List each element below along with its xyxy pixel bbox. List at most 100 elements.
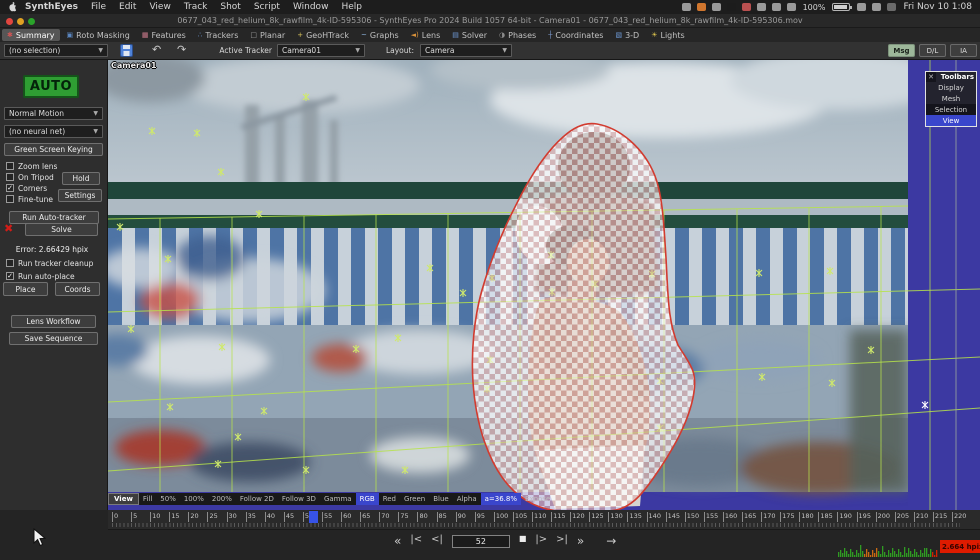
terminal-icon[interactable] bbox=[726, 3, 736, 11]
frame-number-field[interactable]: 52 bbox=[451, 534, 510, 548]
menu-window[interactable]: Window bbox=[293, 2, 329, 12]
auto-button[interactable]: AUTO bbox=[23, 75, 79, 98]
tab-trackers[interactable]: ∴ Trackers bbox=[193, 29, 244, 41]
viewbar-100[interactable]: 100% bbox=[180, 493, 208, 505]
menu-edit[interactable]: Edit bbox=[119, 2, 136, 12]
checkbox-unchecked[interactable] bbox=[6, 162, 14, 170]
viewbar-alpha[interactable]: Alpha bbox=[453, 493, 481, 505]
settings-button[interactable]: Settings bbox=[58, 189, 102, 202]
msg-button[interactable]: Msg bbox=[888, 44, 915, 57]
close-icon[interactable]: ✕ bbox=[926, 72, 936, 82]
timeline-ruler[interactable]: 0510152025303540455055606570758085909510… bbox=[108, 510, 980, 530]
neural-net-dropdown[interactable]: (no neural net) ▼ bbox=[4, 125, 103, 138]
checkbox-checked[interactable]: ✓ bbox=[6, 272, 14, 280]
tab-geohtrack[interactable]: + GeoHTrack bbox=[292, 29, 354, 41]
active-tracker-host-dropdown[interactable]: Camera01 ▼ bbox=[277, 44, 365, 57]
settings-icon[interactable] bbox=[741, 3, 751, 11]
viewport-scene[interactable] bbox=[108, 60, 980, 510]
viewbar-a-36-8[interactable]: a=36.8% bbox=[480, 493, 522, 505]
toolbars-item-view[interactable]: View bbox=[926, 115, 976, 126]
minimize-window-button[interactable] bbox=[17, 18, 24, 25]
play-button[interactable]: |> bbox=[535, 534, 547, 548]
motion-type-dropdown[interactable]: Normal Motion ▼ bbox=[4, 107, 103, 120]
place-button[interactable]: Place bbox=[3, 282, 48, 296]
ia-button[interactable]: IA bbox=[950, 44, 977, 57]
checkbox-on-tripod[interactable]: On Tripod bbox=[6, 172, 54, 182]
menu-syntheyes[interactable]: SynthEyes bbox=[25, 2, 78, 12]
checkbox-unchecked[interactable] bbox=[6, 173, 14, 181]
go-start-button[interactable]: « bbox=[394, 534, 401, 548]
lens-workflow-button[interactable]: Lens Workflow bbox=[11, 315, 96, 328]
menu-track[interactable]: Track bbox=[184, 2, 208, 12]
toolbars-item-display[interactable]: Display bbox=[926, 82, 976, 93]
viewbar-blue[interactable]: Blue bbox=[429, 493, 453, 505]
menu-help[interactable]: Help bbox=[341, 2, 362, 12]
tab-solver[interactable]: ▤ Solver bbox=[447, 29, 492, 41]
save-icon[interactable] bbox=[120, 44, 133, 57]
tab-phases[interactable]: ◑ Phases bbox=[494, 29, 541, 41]
go-end-button[interactable]: » bbox=[577, 534, 584, 548]
d-l-button[interactable]: D/L bbox=[919, 44, 946, 57]
update-icon[interactable] bbox=[857, 3, 867, 11]
viewbar-red[interactable]: Red bbox=[379, 493, 400, 505]
viewbar-50[interactable]: 50% bbox=[156, 493, 180, 505]
app-icon[interactable] bbox=[696, 3, 706, 11]
toolbars-item-mesh[interactable]: Mesh bbox=[926, 93, 976, 104]
camera-viewport[interactable]: Camera01 ✕ Toolbars Display Mesh Selection… bbox=[108, 60, 980, 510]
tab-summary[interactable]: ✱ Summary bbox=[2, 29, 60, 41]
current-frame-marker[interactable] bbox=[308, 511, 318, 523]
prev-keyframe-button[interactable]: |< bbox=[410, 534, 422, 548]
prev-frame-button[interactable]: <| bbox=[431, 534, 443, 548]
menu-file[interactable]: File bbox=[91, 2, 106, 12]
checkbox-zoom-lens[interactable]: Zoom lens bbox=[6, 161, 57, 171]
checkbox-corners[interactable]: ✓ Corners bbox=[6, 183, 47, 193]
viewbar-green[interactable]: Green bbox=[400, 493, 429, 505]
checkbox-run-auto-place[interactable]: ✓ Run auto-place bbox=[6, 271, 75, 281]
apple-logo-icon[interactable] bbox=[8, 2, 17, 12]
bluetooth-icon[interactable] bbox=[756, 3, 766, 11]
solve-button[interactable]: Solve bbox=[25, 223, 98, 236]
green-screen-keying-button[interactable]: Green Screen Keying bbox=[4, 143, 103, 156]
menu-view[interactable]: View bbox=[149, 2, 170, 12]
checkbox-run-tracker-cleanup[interactable]: Run tracker cleanup bbox=[6, 258, 93, 268]
volume-icon[interactable] bbox=[771, 3, 781, 11]
viewbar-fill[interactable]: Fill bbox=[139, 493, 156, 505]
delete-solve-icon[interactable]: ✖ bbox=[4, 222, 13, 235]
zoom-window-button[interactable] bbox=[28, 18, 35, 25]
tab-lens[interactable]: ◄) Lens bbox=[406, 29, 446, 41]
viewbar-follow-3d[interactable]: Follow 3D bbox=[278, 493, 320, 505]
save-sequence-button[interactable]: Save Sequence bbox=[9, 332, 98, 345]
selection-dropdown[interactable]: (no selection) ▼ bbox=[4, 44, 108, 57]
jump-arrow-button[interactable]: → bbox=[606, 534, 616, 548]
undo-icon[interactable]: ↶ bbox=[152, 43, 161, 57]
tab-graphs[interactable]: ~ Graphs bbox=[356, 29, 404, 41]
viewbar-200[interactable]: 200% bbox=[208, 493, 236, 505]
viewbar-expose[interactable]: Expose bbox=[521, 493, 554, 505]
tab-planar[interactable]: □ Planar bbox=[245, 29, 290, 41]
next-keyframe-button[interactable]: >| bbox=[556, 534, 568, 548]
checkbox-checked[interactable]: ✓ bbox=[6, 184, 14, 192]
display-capture-icon[interactable] bbox=[711, 3, 721, 11]
view-menu-button[interactable]: View bbox=[108, 493, 139, 505]
viewbar-follow-2d[interactable]: Follow 2D bbox=[236, 493, 278, 505]
menu-script[interactable]: Script bbox=[254, 2, 280, 12]
wifi-icon[interactable] bbox=[872, 3, 882, 11]
checkbox-fine-tune[interactable]: Fine-tune bbox=[6, 194, 53, 204]
playback-icon[interactable] bbox=[786, 3, 796, 11]
checkbox-unchecked[interactable] bbox=[6, 195, 14, 203]
layout-dropdown[interactable]: Camera ▼ bbox=[420, 44, 512, 57]
viewbar-gamma[interactable]: Gamma bbox=[320, 493, 356, 505]
checkbox-unchecked[interactable] bbox=[6, 259, 14, 267]
input-source-icon[interactable] bbox=[681, 3, 691, 11]
menu-shot[interactable]: Shot bbox=[220, 2, 240, 12]
coords-button[interactable]: Coords bbox=[55, 282, 100, 296]
menubar-clock[interactable]: Fri Nov 10 1:08 bbox=[903, 2, 972, 12]
tab-lights[interactable]: ☀ Lights bbox=[646, 29, 689, 41]
tab-coordinates[interactable]: ┼ Coordinates bbox=[543, 29, 608, 41]
tab-3-d[interactable]: ▧ 3-D bbox=[610, 29, 644, 41]
hold-button[interactable]: Hold bbox=[62, 172, 100, 185]
viewbar-rgb[interactable]: RGB bbox=[355, 493, 379, 505]
tab-features[interactable]: ▦ Features bbox=[137, 29, 191, 41]
screen-mirroring-icon[interactable] bbox=[887, 3, 897, 11]
stop-button[interactable]: ■ bbox=[519, 534, 527, 548]
